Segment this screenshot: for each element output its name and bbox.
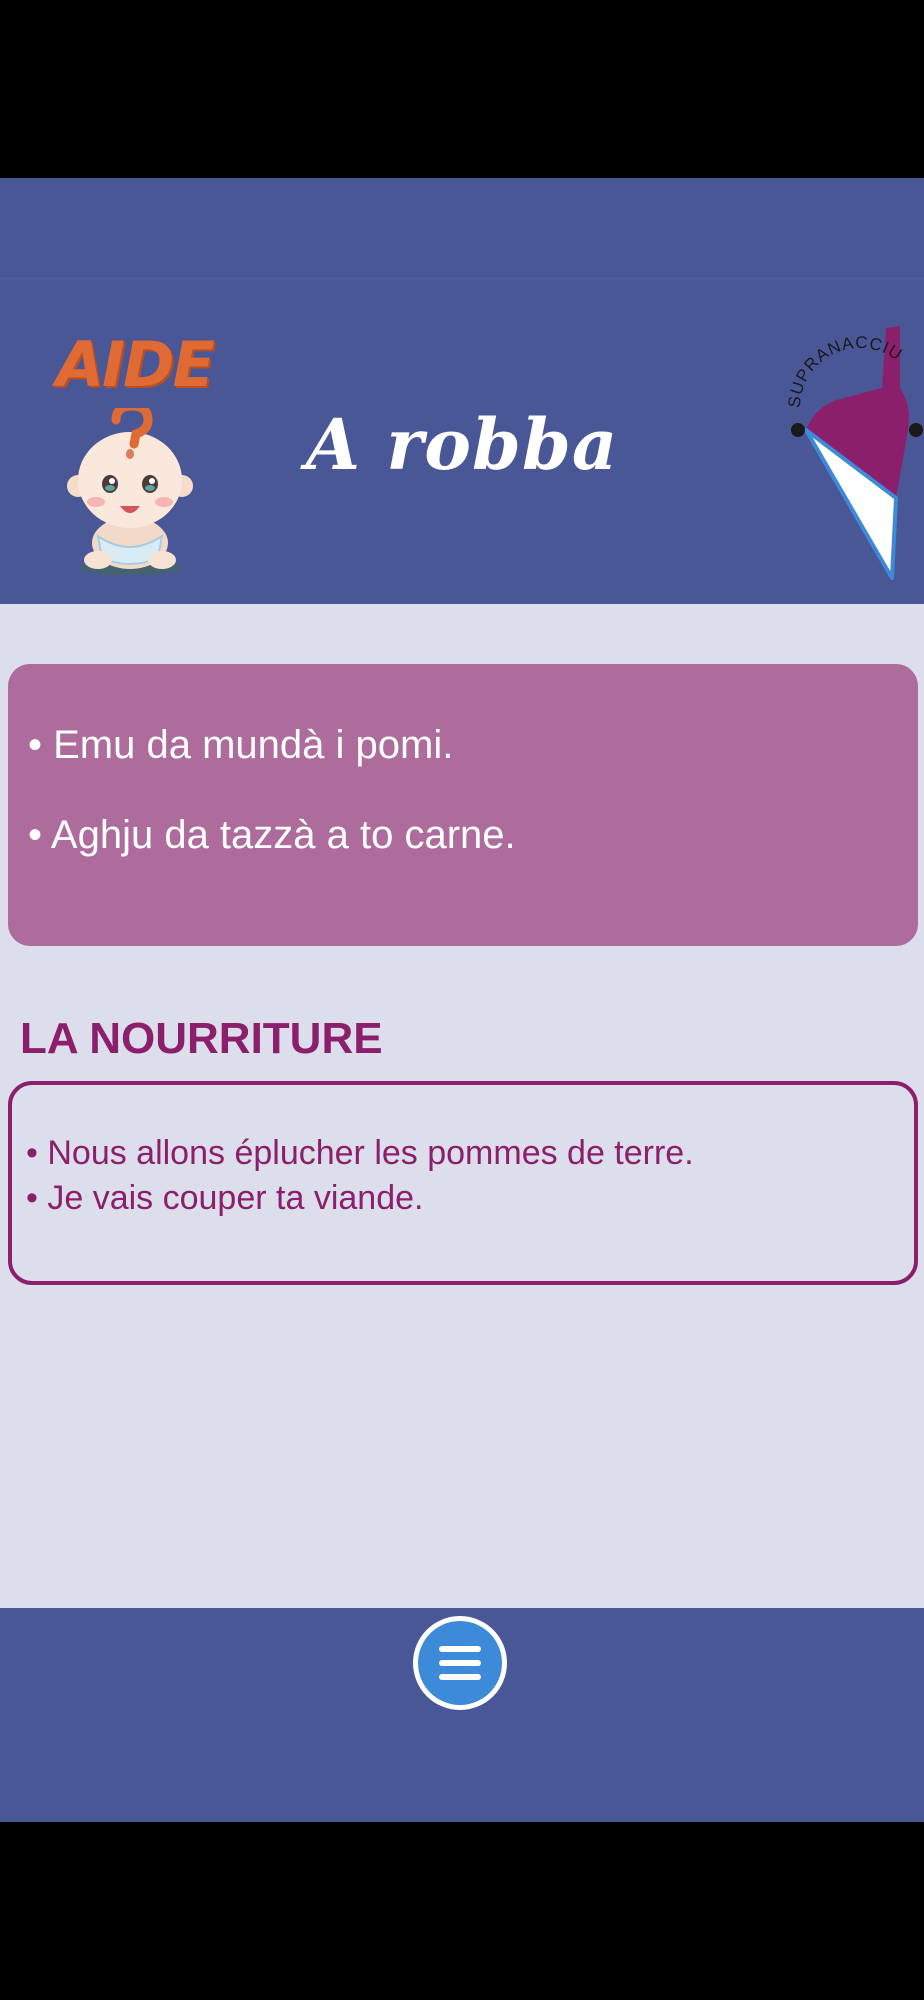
- menu-button[interactable]: [413, 1616, 507, 1710]
- corsican-phrases-card: • Emu da mundà i pomi. • Aghju da tazzà …: [8, 664, 918, 946]
- main-content: • Emu da mundà i pomi. • Aghju da tazzà …: [0, 604, 924, 1608]
- header-divider: [0, 278, 924, 279]
- menu-bar-line: [439, 1646, 481, 1652]
- system-nav-bar: [0, 1822, 924, 2000]
- section-title: LA NOURRITURE: [20, 1014, 383, 1063]
- menu-bar-line: [439, 1674, 481, 1680]
- status-bar: [0, 0, 924, 178]
- app-header: AIDE A robba SUPRANACCIU: [0, 178, 924, 604]
- supranacciu-logo-icon[interactable]: SUPRANACCIU: [786, 308, 924, 588]
- hamburger-menu-icon: [418, 1621, 502, 1705]
- french-phrase: • Nous allons éplucher les pommes de ter…: [26, 1134, 694, 1172]
- french-phrase: • Je vais couper ta viande.: [26, 1179, 424, 1217]
- help-label: AIDE: [56, 328, 215, 401]
- menu-bar-line: [439, 1660, 481, 1666]
- footer-bar: [0, 1608, 924, 1822]
- french-translation-card: • Nous allons éplucher les pommes de ter…: [8, 1081, 918, 1285]
- corsican-phrase: • Aghju da tazzà a to carne.: [28, 813, 516, 857]
- corsican-phrase: • Emu da mundà i pomi.: [28, 723, 454, 767]
